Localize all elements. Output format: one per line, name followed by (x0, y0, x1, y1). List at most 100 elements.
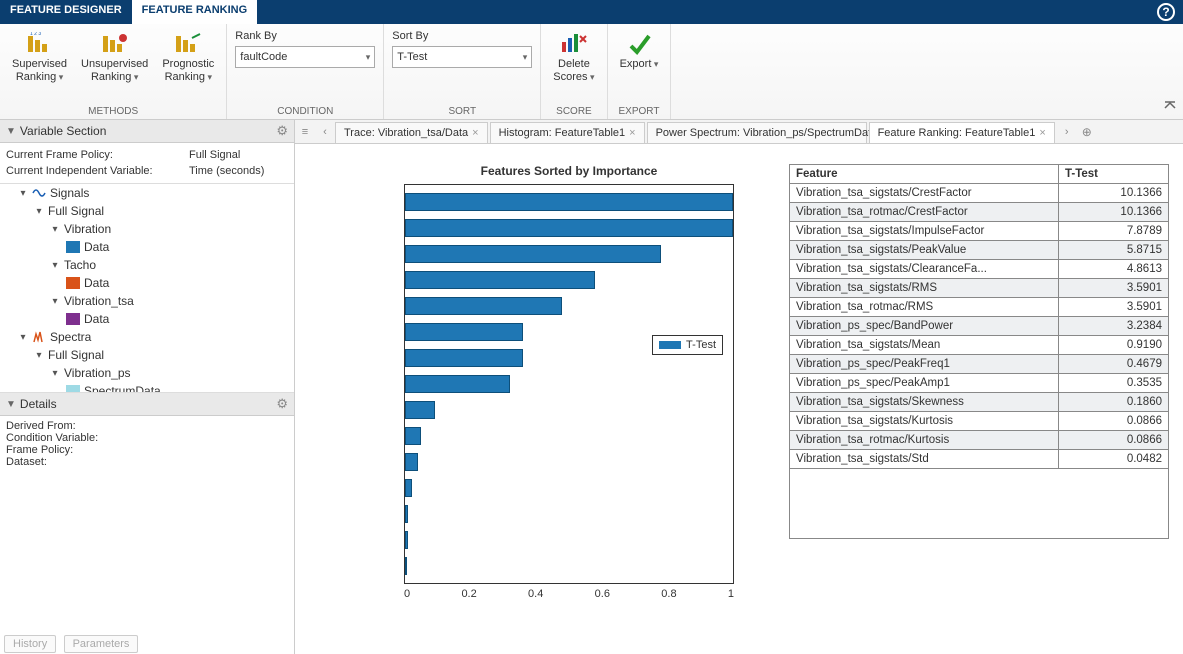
table-row[interactable]: Vibration_ps_spec/PeakFreq10.4679 (790, 355, 1169, 374)
chart-bar (405, 323, 523, 341)
feature-name-cell: Vibration_tsa_sigstats/RMS (790, 279, 1059, 298)
table-row[interactable]: Vibration_tsa_sigstats/Std0.0482 (790, 450, 1169, 469)
table-header-feature[interactable]: Feature (790, 165, 1059, 184)
tree-vibration-ps[interactable]: ▾Vibration_ps (0, 364, 294, 382)
sort-by-combo[interactable]: T-Test▾ (392, 46, 532, 68)
table-row[interactable]: Vibration_tsa_rotmac/RMS3.5901 (790, 298, 1169, 317)
ttest-value-cell: 5.8715 (1059, 241, 1169, 260)
table-row[interactable]: Vibration_tsa_sigstats/RMS3.5901 (790, 279, 1169, 298)
table-row[interactable]: Vibration_tsa_rotmac/Kurtosis0.0866 (790, 431, 1169, 450)
feature-name-cell: Vibration_tsa_sigstats/Std (790, 450, 1059, 469)
table-row[interactable]: Vibration_tsa_sigstats/Skewness0.1860 (790, 393, 1169, 412)
doctab-feature-ranking[interactable]: Feature Ranking: FeatureTable1× (869, 122, 1055, 143)
tab-next-icon[interactable]: › (1057, 120, 1077, 143)
chart-bar (405, 505, 408, 523)
variable-section-header[interactable]: ▼ Variable Section ⚙ (0, 120, 294, 143)
table-row[interactable]: Vibration_tsa_sigstats/Mean0.9190 (790, 336, 1169, 355)
tab-feature-designer[interactable]: FEATURE DESIGNER (0, 0, 132, 24)
tree-vibration[interactable]: ▾Vibration (0, 220, 294, 238)
tree-tacho-data[interactable]: Data (0, 274, 294, 292)
doctab-histogram[interactable]: Histogram: FeatureTable1× (490, 122, 645, 143)
chart-legend: T-Test (652, 335, 723, 355)
x-tick-label: 0.2 (461, 588, 476, 600)
tree-full-signal[interactable]: ▾Full Signal (0, 202, 294, 220)
rank-by-label: Rank By (235, 30, 375, 42)
chart-plot-area: T-Test (404, 184, 734, 584)
chart-bar (405, 557, 407, 575)
ttest-value-cell: 0.0866 (1059, 431, 1169, 450)
x-tick-label: 0 (404, 588, 410, 600)
table-row[interactable]: Vibration_tsa_rotmac/CrestFactor10.1366 (790, 203, 1169, 222)
ttest-value-cell: 0.4679 (1059, 355, 1169, 374)
gear-icon[interactable]: ⚙ (276, 123, 288, 139)
chart-bar (405, 427, 421, 445)
tab-feature-ranking[interactable]: FEATURE RANKING (132, 0, 258, 24)
close-icon[interactable]: × (1039, 127, 1045, 139)
delete-scores-button[interactable]: Delete Scores (549, 30, 598, 86)
history-button[interactable]: History (4, 635, 56, 653)
tree-vibration-data[interactable]: Data (0, 238, 294, 256)
tree-vibration-tsa[interactable]: ▾Vibration_tsa (0, 292, 294, 310)
table-row[interactable]: Vibration_ps_spec/PeakAmp10.3535 (790, 374, 1169, 393)
feature-name-cell: Vibration_tsa_rotmac/RMS (790, 298, 1059, 317)
indep-var-label: Current Independent Variable: (6, 165, 181, 177)
table-row[interactable]: Vibration_tsa_sigstats/ClearanceFa...4.8… (790, 260, 1169, 279)
chart-bar (405, 297, 562, 315)
x-tick-label: 0.6 (595, 588, 610, 600)
supervised-ranking-button[interactable]: 1 2 3 Supervised Ranking (8, 30, 71, 86)
tree-spectrum-data[interactable]: SpectrumData (0, 382, 294, 393)
table-row[interactable]: Vibration_tsa_sigstats/PeakValue5.8715 (790, 241, 1169, 260)
tree-signals[interactable]: ▾Signals (0, 184, 294, 202)
tab-list-icon[interactable]: ≡ (295, 120, 315, 143)
chart-bar (405, 479, 412, 497)
supervised-ranking-icon: 1 2 3 (26, 32, 54, 56)
tree-full-signal-2[interactable]: ▾Full Signal (0, 346, 294, 364)
unsupervised-ranking-button[interactable]: Unsupervised Ranking (77, 30, 152, 86)
gear-icon[interactable]: ⚙ (276, 396, 288, 412)
chart-title: Features Sorted by Importance (481, 164, 658, 178)
ttest-value-cell: 7.8789 (1059, 222, 1169, 241)
color-swatch-purple (66, 313, 80, 325)
chart-bar (405, 453, 418, 471)
ttest-value-cell: 4.8613 (1059, 260, 1169, 279)
x-tick-label: 0.8 (661, 588, 676, 600)
tree-vibration-tsa-data[interactable]: Data (0, 310, 294, 328)
parameters-button[interactable]: Parameters (64, 635, 139, 653)
ttest-value-cell: 3.2384 (1059, 317, 1169, 336)
rank-by-combo[interactable]: faultCode▾ (235, 46, 375, 68)
derived-from-label: Derived From: (6, 420, 288, 432)
prognostic-ranking-button[interactable]: Prognostic Ranking (158, 30, 218, 86)
close-icon[interactable]: × (472, 127, 478, 139)
score-group-label: SCORE (549, 104, 598, 117)
doctab-powerspectrum[interactable]: Power Spectrum: Vibration_ps/SpectrumDat… (647, 122, 867, 143)
tree-tacho[interactable]: ▾Tacho (0, 256, 294, 274)
close-icon[interactable]: × (629, 127, 635, 139)
condition-variable-label: Condition Variable: (6, 432, 288, 444)
table-header-ttest[interactable]: T-Test (1059, 165, 1169, 184)
details-header[interactable]: ▼ Details ⚙ (0, 393, 294, 416)
doctab-trace[interactable]: Trace: Vibration_tsa/Data× (335, 122, 488, 143)
feature-name-cell: Vibration_tsa_sigstats/ClearanceFa... (790, 260, 1059, 279)
table-row[interactable]: Vibration_tsa_sigstats/CrestFactor10.136… (790, 184, 1169, 203)
export-button[interactable]: Export (616, 30, 663, 73)
tree-spectra[interactable]: ▾Spectra (0, 328, 294, 346)
unsupervised-ranking-icon (101, 32, 129, 56)
variable-tree[interactable]: ▾Signals ▾Full Signal ▾Vibration Data ▾T… (0, 183, 294, 393)
signals-icon (32, 186, 46, 200)
ribbon-collapse-icon[interactable] (1163, 99, 1177, 113)
table-row[interactable]: Vibration_tsa_sigstats/Kurtosis0.0866 (790, 412, 1169, 431)
tab-prev-icon[interactable]: ‹ (315, 120, 335, 143)
table-row[interactable]: Vibration_tsa_sigstats/ImpulseFactor7.87… (790, 222, 1169, 241)
export-icon (625, 32, 653, 56)
tab-add-icon[interactable]: ⊕ (1077, 120, 1097, 143)
indep-var-value: Time (seconds) (189, 165, 264, 177)
frame-policy-label: Current Frame Policy: (6, 149, 181, 161)
help-icon[interactable]: ? (1157, 3, 1175, 21)
chart-bar (405, 349, 523, 367)
chart-bar (405, 375, 510, 393)
color-swatch-blue (66, 241, 80, 253)
collapse-icon: ▼ (6, 126, 16, 137)
methods-group-label: METHODS (8, 104, 218, 117)
table-row[interactable]: Vibration_ps_spec/BandPower3.2384 (790, 317, 1169, 336)
feature-name-cell: Vibration_tsa_rotmac/CrestFactor (790, 203, 1059, 222)
